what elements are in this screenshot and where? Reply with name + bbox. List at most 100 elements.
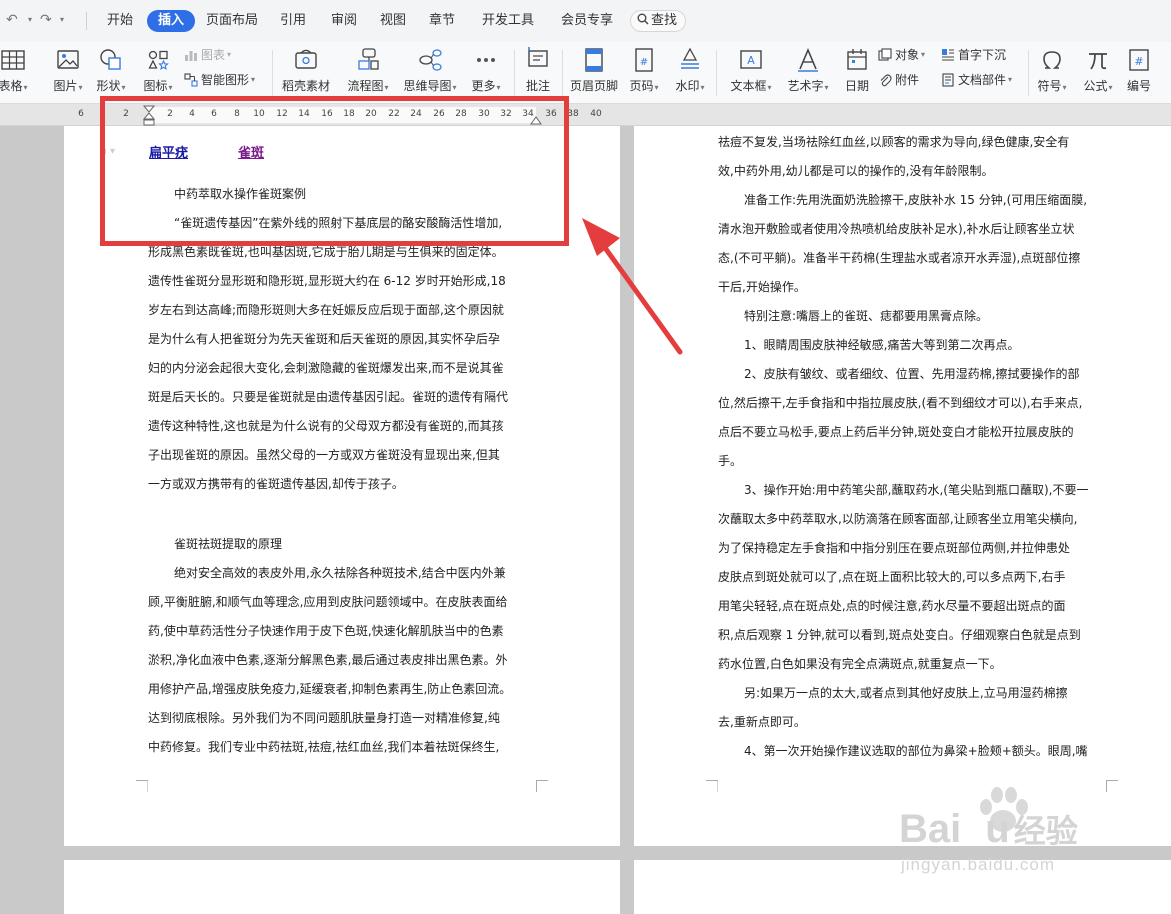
text-line: 清水泡开敷脸或者使用冷热喷机给皮肤补足水),补水后让顾客坐立状	[718, 222, 1075, 236]
pi-icon	[1089, 53, 1107, 70]
tab-review[interactable]: 审阅	[331, 12, 357, 30]
object-label: 对象	[895, 48, 920, 62]
smart-graphic-icon	[184, 73, 198, 87]
text-line: 特别注意:嘴唇上的雀斑、痣都要用黑膏点除。	[744, 309, 989, 323]
search-button[interactable]: 查找	[630, 10, 687, 32]
undo-dropdown-icon[interactable]: ▾	[28, 11, 32, 29]
text-line: 绝对安全高效的表皮外用,永久祛除各种斑技术,结合中医内外兼	[174, 566, 506, 580]
smart-graphic-button[interactable]: 智能图形 ▾	[184, 72, 255, 88]
textbox-button[interactable]: A 文本框▾	[726, 46, 776, 96]
text-line: 4、第一次开始操作建议选取的部位为鼻梁+脸颊+额头。眼周,嘴	[744, 744, 1088, 758]
tab-view[interactable]: 视图	[380, 12, 406, 30]
text-line: 手。	[718, 454, 743, 468]
mindmap-label: 思维导图	[403, 79, 452, 93]
numbering-button[interactable]: # 编号	[1124, 46, 1154, 94]
page-number-label: 页码	[629, 79, 654, 93]
chart-label: 图表	[201, 48, 226, 62]
comment-label: 批注	[525, 79, 550, 93]
doc-parts-icon	[942, 73, 954, 87]
text-line: 一方或双方携带有的雀斑遗传基因,却传于孩子。	[148, 477, 404, 491]
redo-icon[interactable]: ↷	[40, 11, 52, 29]
crop-mark	[706, 780, 718, 792]
crop-mark	[136, 780, 148, 792]
object-button[interactable]: 对象 ▾	[878, 47, 925, 63]
text-line: 遗传性雀斑分显形斑和隐形斑,显形斑大约在 6-12 岁时开始形成,18	[148, 274, 506, 288]
text-line: 态,(不可平躺)。准备半干药棉(生理盐水或者凉开水弄湿),点斑部位擦	[718, 251, 1081, 265]
text-line: 药水位置,白色如果没有完全点满斑点,就重复点一下。	[718, 657, 1002, 671]
numbering-label: 编号	[1126, 79, 1151, 93]
header-footer-icon	[585, 48, 603, 72]
paragraph-genetics: “雀斑遗传基因”在紫外线的照射下基底层的酪安酸酶活性增加, 形成黑色素既雀斑,也…	[148, 209, 508, 499]
comment-icon	[528, 47, 548, 67]
tab-references[interactable]: 引用	[280, 12, 306, 30]
header-footer-button[interactable]: 页眉页脚	[568, 46, 620, 94]
ruler-tick: 6	[78, 109, 84, 119]
search-label: 查找	[651, 13, 678, 28]
watermark-label: 水印	[675, 79, 700, 93]
page-number-button[interactable]: # 页码▾	[626, 46, 662, 96]
tab-member[interactable]: 会员专享	[561, 12, 613, 30]
watermark-icon	[681, 47, 699, 69]
text-line: 用修护产品,增强皮肤免疫力,延缓衰者,抑制色素再生,防止色素回流。	[148, 682, 512, 696]
tab-chapter[interactable]: 章节	[429, 12, 455, 30]
symbol-button[interactable]: 符号▾	[1034, 46, 1070, 96]
more-label: 更多	[471, 79, 496, 93]
paragraph-principle: 绝对安全高效的表皮外用,永久祛除各种斑技术,结合中医内外兼 顾,平衡脏腑,和顺气…	[148, 559, 511, 762]
picture-button[interactable]: 图片▾	[50, 46, 86, 96]
attachment-label: 附件	[895, 73, 920, 87]
icons-icon	[148, 50, 169, 70]
text-line: 淤积,净化血液中色素,逐渐分解黑色素,最后通过表皮排出黑色素。外	[148, 653, 508, 667]
dropcap-button[interactable]: 首字下沉	[941, 47, 1006, 63]
watermark-brand: Bai	[899, 807, 962, 851]
table-button[interactable]: 表格▾	[0, 46, 30, 96]
tab-developer[interactable]: 开发工具	[482, 12, 534, 30]
text-line: 1、眼睛周围皮肤神经敏感,痛苦大等到第二次再点。	[744, 338, 1020, 352]
ribbon-separator	[716, 50, 717, 96]
picture-label: 图片	[53, 79, 78, 93]
ribbon-separator	[1028, 50, 1029, 96]
text-line: 岁左右到达高峰;而隐形斑则大多在妊娠反应后现于面部,这个原因就	[148, 303, 504, 317]
page-number-icon: #	[635, 48, 653, 72]
shape-label: 形状	[96, 79, 121, 93]
textbox-icon: A	[740, 50, 762, 69]
text-line: 次蘸取太多中药萃取水,以防滴落在顾客面部,让顾客坐立用笔尖横向,	[718, 512, 1078, 526]
icons-button[interactable]: 图标▾	[140, 46, 176, 96]
tab-home[interactable]: 开始	[107, 12, 133, 30]
ribbon-separator	[514, 50, 515, 96]
more-button[interactable]: 更多▾	[468, 46, 504, 96]
baidu-jingyan-watermark: Bai u 经验 jingyan.baidu.com	[893, 785, 1113, 885]
daoke-button[interactable]: 稻壳素材	[280, 46, 332, 94]
daoke-label: 稻壳素材	[281, 79, 330, 93]
highlight-box	[100, 96, 569, 246]
text-line: 位,然后擦干,左手食指和中指拉展皮肤,(看不到细纹才可以),右手来点,	[718, 396, 1083, 410]
undo-icon[interactable]: ↶	[6, 11, 18, 29]
watermark-cn: 经验	[1013, 813, 1078, 849]
text-line: 妇的内分泌会起很大变化,会刺激隐藏的雀斑爆发出来,而不是说其雀	[148, 361, 504, 375]
tab-page-layout[interactable]: 页面布局	[206, 12, 258, 30]
heading-principle: 雀斑祛斑提取的原理	[174, 537, 283, 551]
mindmap-button[interactable]: 思维导图▾	[400, 46, 460, 96]
document-page-left-next[interactable]	[64, 860, 620, 914]
watermark-button[interactable]: 水印▾	[672, 46, 708, 96]
attachment-button[interactable]: 附件	[878, 72, 919, 88]
text-line: 是为什么有人把雀斑分为先天雀斑和后天雀斑的原因,其实怀孕后孕	[148, 332, 500, 346]
tab-insert[interactable]: 插入	[147, 10, 196, 32]
paperclip-icon	[880, 74, 892, 87]
formula-button[interactable]: 公式▾	[1080, 46, 1116, 96]
formula-label: 公式	[1083, 79, 1108, 93]
text-line: 皮肤点到斑处就可以了,点在斑上面积比较大的,可以多点两下,右手	[718, 570, 1066, 584]
flowchart-button[interactable]: 流程图▾	[343, 46, 393, 96]
quick-access-dropdown-icon[interactable]: ▾	[60, 11, 64, 29]
smart-graphic-label: 智能图形	[201, 73, 250, 87]
text-line: 顾,平衡脏腑,和顺气血等理念,应用到皮肤问题领域中。在皮肤表面给	[148, 595, 508, 609]
chart-button[interactable]: 图表 ▾	[184, 47, 231, 63]
text-line: 为了保持稳定左手食指和中指分别压在要点斑部位两侧,并拉伸患处	[718, 541, 1070, 555]
text-line: 2、皮肤有皱纹、或者细纹、位置、先用湿药棉,擦拭要操作的部	[744, 367, 1080, 381]
comment-button[interactable]: 批注	[520, 46, 556, 94]
date-button[interactable]: 日期	[840, 46, 874, 94]
wordart-button[interactable]: 艺术字▾	[784, 46, 832, 96]
shape-button[interactable]: 形状▾	[93, 46, 129, 96]
mindmap-icon	[419, 49, 442, 71]
doc-parts-button[interactable]: 文档部件 ▾	[941, 72, 1012, 88]
numbering-icon: #	[1129, 49, 1149, 71]
